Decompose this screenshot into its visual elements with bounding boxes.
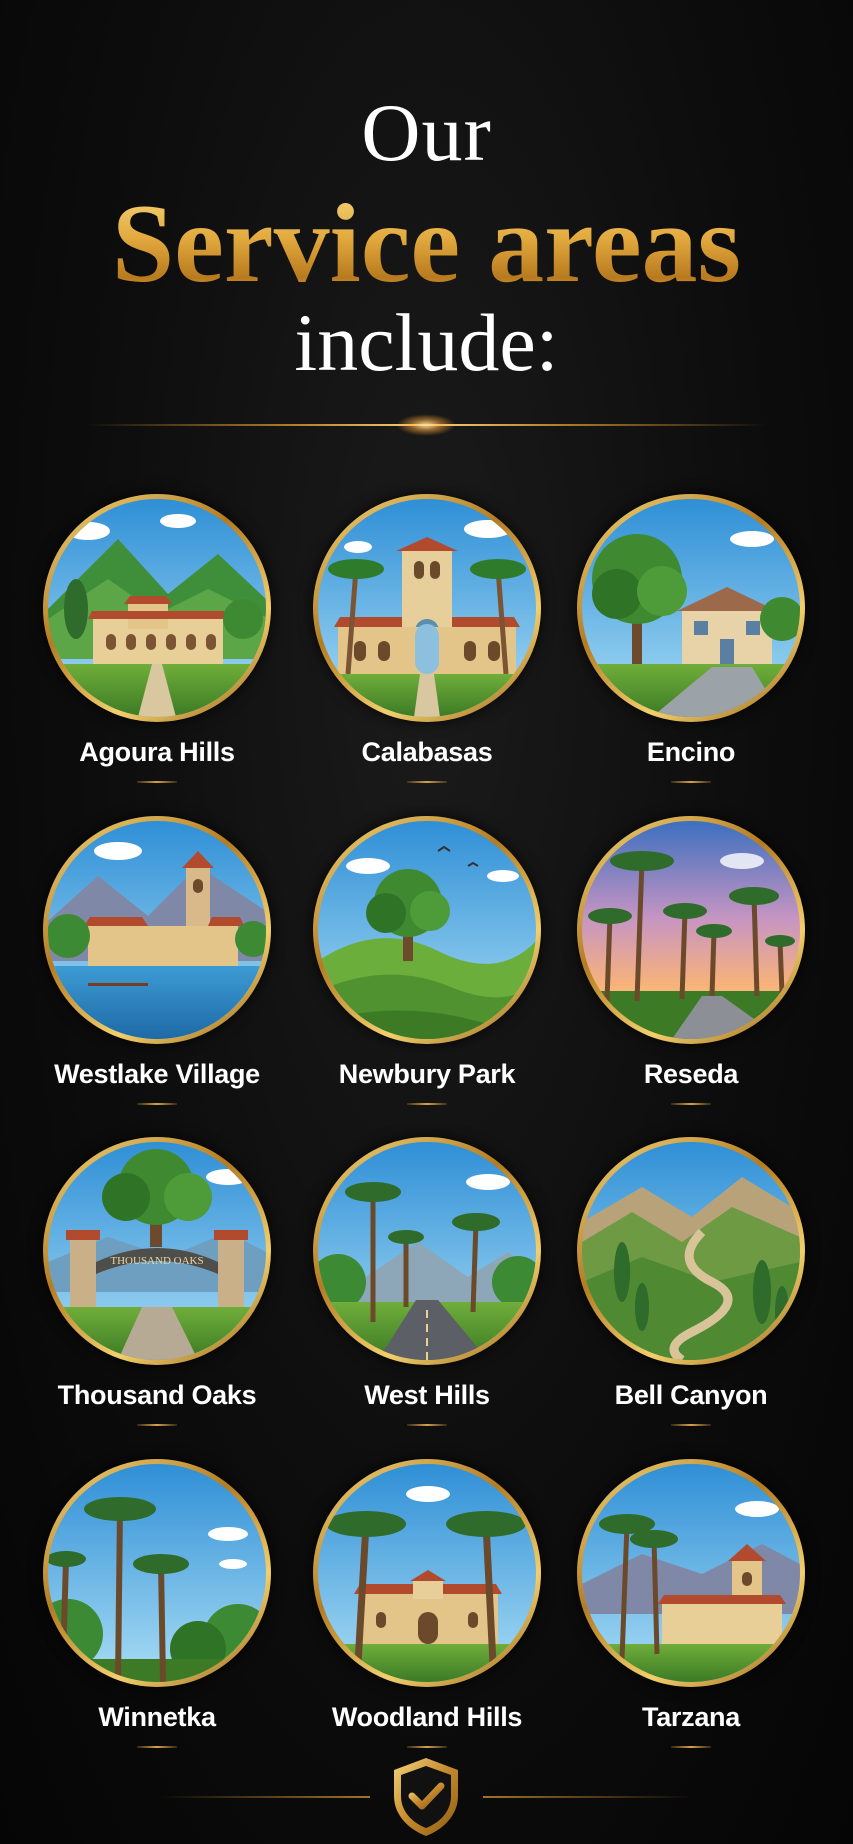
area-name: Encino [646, 737, 736, 767]
area-card-calabasas[interactable]: Calabasas [307, 494, 547, 794]
area-underline [671, 1424, 711, 1426]
oak-hills-illustration [318, 821, 536, 1039]
area-card-agoura-hills[interactable]: Agoura Hills [37, 494, 277, 794]
area-name: West Hills [364, 1380, 490, 1410]
palm-sunset-illustration [582, 821, 800, 1039]
area-medallion [43, 1459, 271, 1687]
area-underline [407, 1103, 447, 1105]
area-underline [137, 1746, 177, 1748]
canyon-road-illustration [582, 1142, 800, 1360]
area-underline [671, 1746, 711, 1748]
area-card-winnetka[interactable]: Winnetka [37, 1459, 277, 1759]
area-underline [137, 781, 177, 783]
area-underline [671, 1103, 711, 1105]
area-name: Westlake Village [54, 1059, 260, 1089]
area-card-bell-canyon[interactable]: Bell Canyon [571, 1137, 811, 1437]
area-medallion [313, 1459, 541, 1687]
area-medallion [577, 494, 805, 722]
area-name: Agoura Hills [79, 737, 235, 767]
area-underline [137, 1103, 177, 1105]
stone-gate-illustration: THOUSAND OAKS [48, 1142, 266, 1360]
area-medallion [577, 816, 805, 1044]
footer-line-left [160, 1796, 370, 1798]
area-name: Woodland Hills [331, 1702, 523, 1732]
area-medallion: THOUSAND OAKS [43, 1137, 271, 1365]
area-underline [407, 1746, 447, 1748]
area-card-newbury-park[interactable]: Newbury Park [307, 816, 547, 1116]
area-underline [671, 781, 711, 783]
area-name: Newbury Park [338, 1059, 516, 1089]
area-card-reseda[interactable]: Reseda [571, 816, 811, 1116]
service-area-grid: Agoura Hills Calabasas Encino Westlake V… [0, 0, 853, 1844]
area-medallion [577, 1459, 805, 1687]
area-card-westlake-village[interactable]: Westlake Village [37, 816, 277, 1116]
area-medallion [43, 494, 271, 722]
area-underline [407, 781, 447, 783]
area-card-thousand-oaks[interactable]: THOUSAND OAKS Thousand Oaks [37, 1137, 277, 1437]
area-medallion [313, 494, 541, 722]
area-card-encino[interactable]: Encino [571, 494, 811, 794]
area-medallion [313, 1137, 541, 1365]
palms-mission-illustration [318, 1464, 536, 1682]
area-medallion [577, 1137, 805, 1365]
area-name: Calabasas [361, 737, 493, 767]
mission-valley-illustration [48, 499, 266, 717]
area-name: Thousand Oaks [57, 1380, 257, 1410]
area-medallion [43, 816, 271, 1044]
area-name: Tarzana [642, 1702, 740, 1732]
lake-tower-illustration [48, 821, 266, 1039]
area-name: Bell Canyon [614, 1380, 768, 1410]
palms-villa-illustration [582, 1464, 800, 1682]
area-underline [137, 1424, 177, 1426]
area-card-tarzana[interactable]: Tarzana [571, 1459, 811, 1759]
footer-line-right [483, 1796, 693, 1798]
palm-road-illustration [318, 1142, 536, 1360]
area-name: Reseda [643, 1059, 739, 1089]
oak-house-illustration [582, 499, 800, 717]
area-medallion [313, 816, 541, 1044]
mission-tower-illustration [318, 499, 536, 717]
area-underline [407, 1424, 447, 1426]
area-card-west-hills[interactable]: West Hills [307, 1137, 547, 1437]
shield-check-icon [394, 1758, 458, 1836]
area-card-woodland-hills[interactable]: Woodland Hills [307, 1459, 547, 1759]
tall-palms-illustration [48, 1464, 266, 1682]
area-name: Winnetka [98, 1702, 216, 1732]
gate-sign-text: THOUSAND OAKS [110, 1255, 203, 1267]
